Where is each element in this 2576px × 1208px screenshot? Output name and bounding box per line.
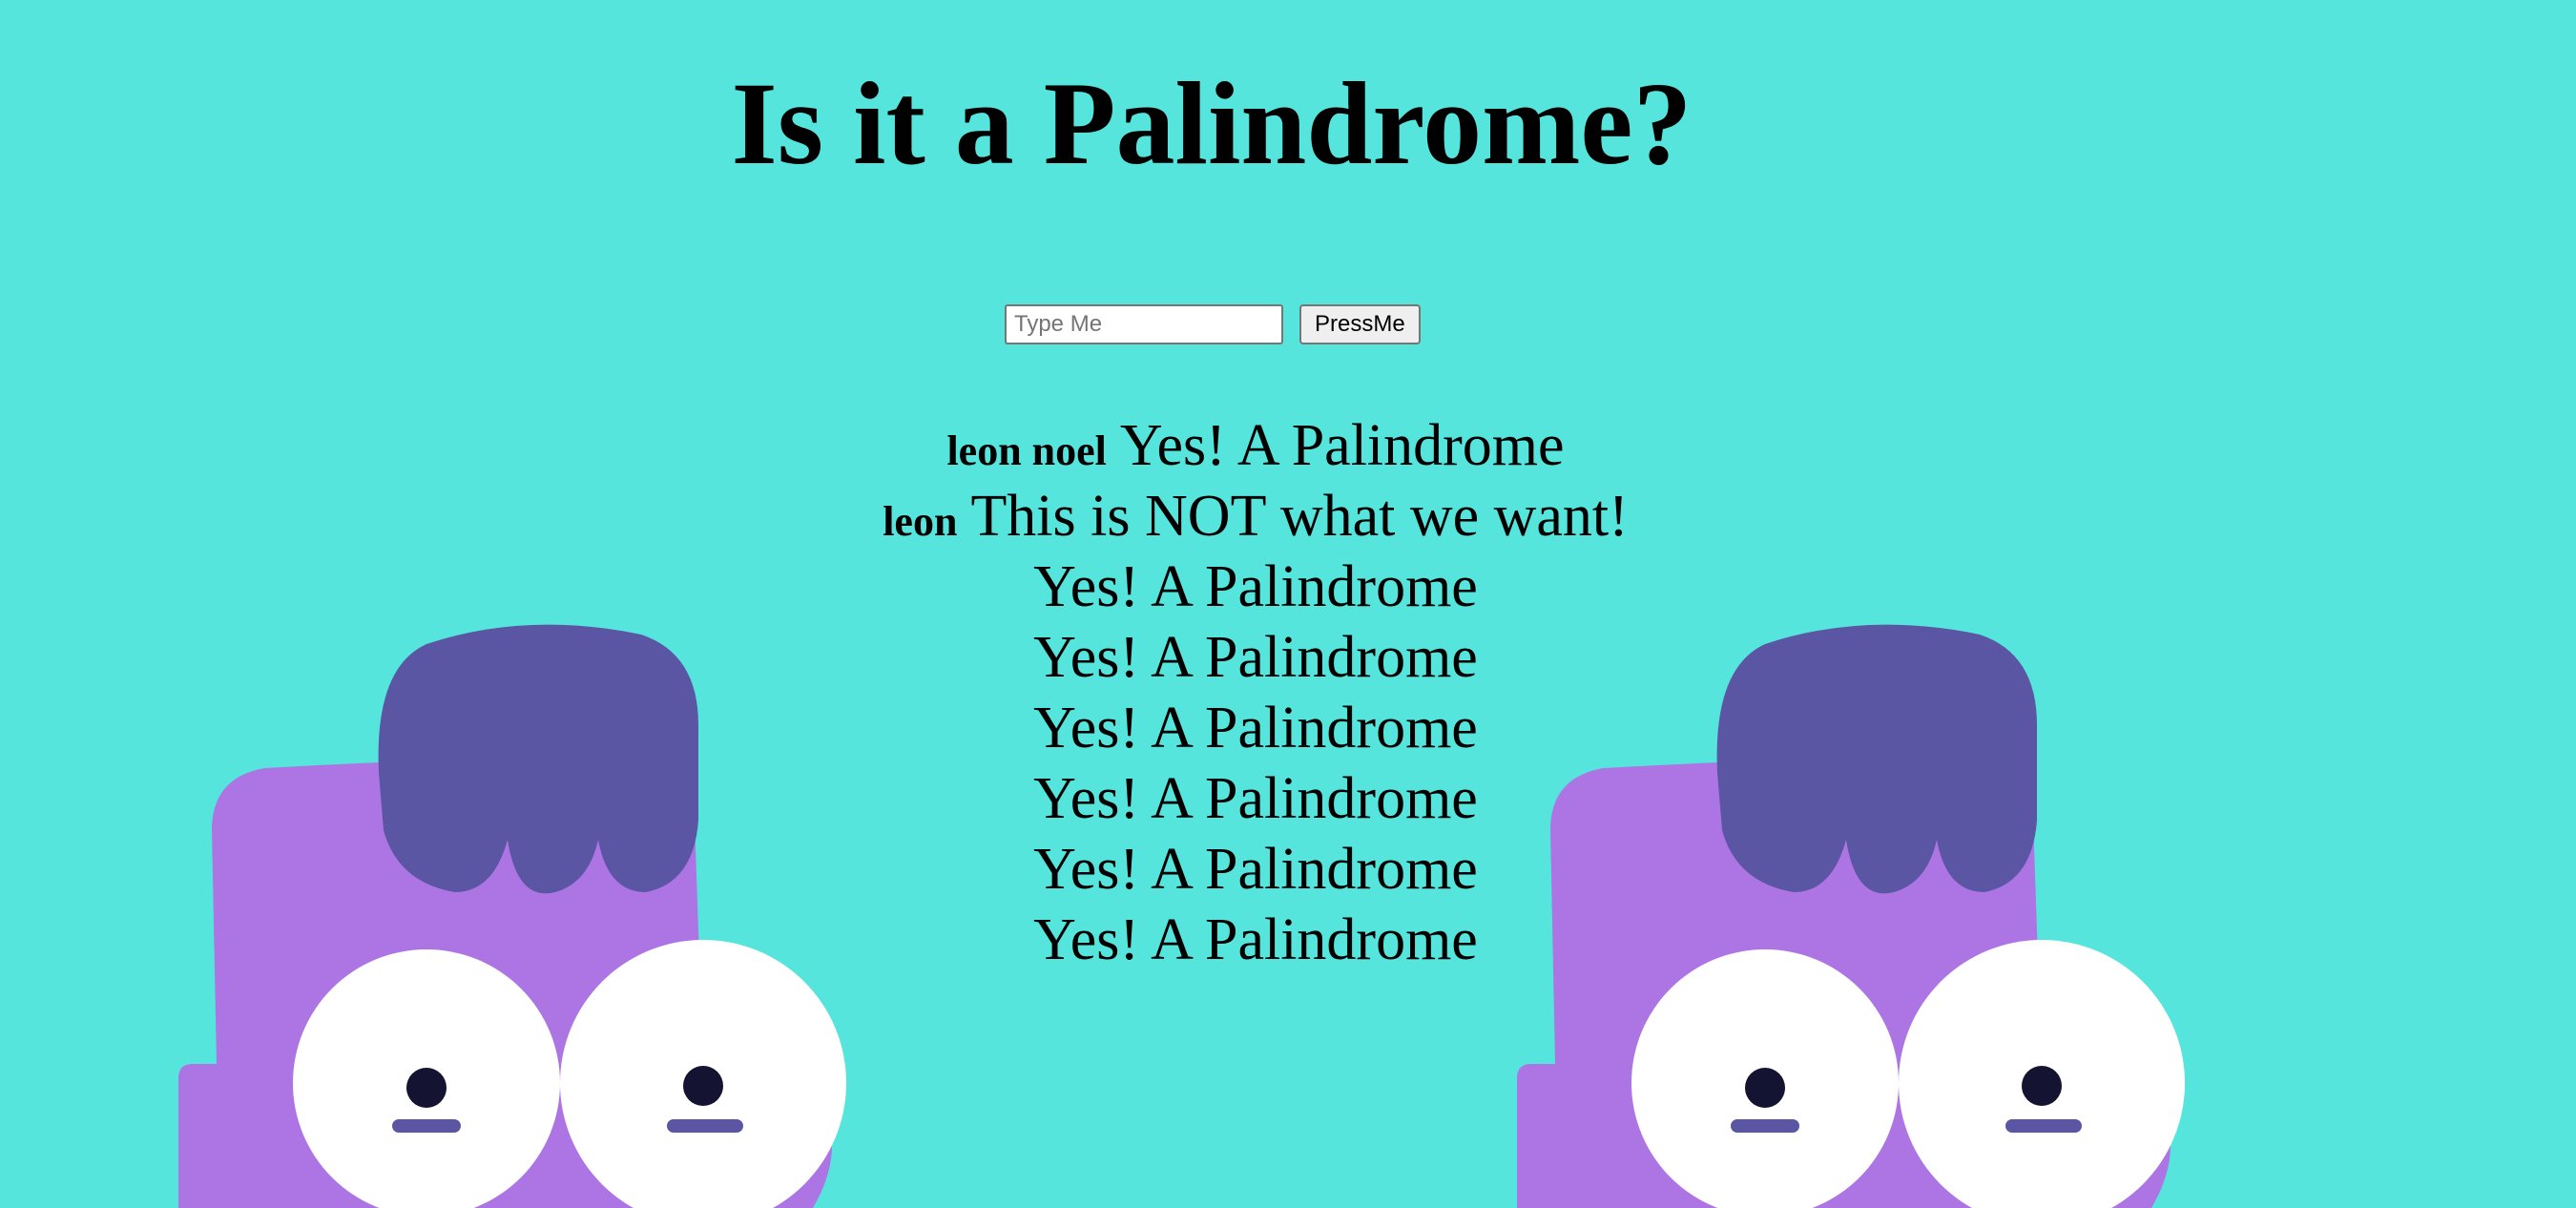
result-message: Yes! A Palindrome	[1033, 907, 1478, 972]
result-message: Yes! A Palindrome	[1033, 554, 1478, 619]
press-me-button[interactable]: PressMe	[1299, 304, 1421, 344]
page-title: Is it a Palindrome?	[731, 58, 1693, 189]
result-item: leon This is NOT what we want!	[0, 481, 2511, 552]
result-message: Yes! A Palindrome	[1033, 625, 1478, 690]
result-message: This is NOT what we want!	[970, 484, 1629, 549]
palindrome-form: PressMe	[1005, 303, 1421, 345]
result-item: Yes! A Palindrome	[0, 905, 2511, 975]
result-item: Yes! A Palindrome	[0, 622, 2511, 693]
result-message: Yes! A Palindrome	[1033, 766, 1478, 831]
page-content: Is it a Palindrome? PressMe leon noel Yes…	[0, 0, 2576, 1208]
result-item: Yes! A Palindrome	[0, 834, 2511, 905]
result-word: leon noel	[946, 427, 1107, 474]
result-item: Yes! A Palindrome	[0, 763, 2511, 834]
result-word: leon	[883, 498, 958, 545]
result-item: Yes! A Palindrome	[0, 552, 2511, 622]
result-message: Yes! A Palindrome	[1033, 696, 1478, 760]
results-list: leon noel Yes! A Palindrome leon This is N…	[0, 410, 2511, 975]
result-message: Yes! A Palindrome	[1119, 413, 1565, 478]
result-item: leon noel Yes! A Palindrome	[0, 410, 2511, 481]
word-input[interactable]	[1005, 304, 1283, 344]
result-message: Yes! A Palindrome	[1033, 837, 1478, 902]
result-item: Yes! A Palindrome	[0, 693, 2511, 763]
